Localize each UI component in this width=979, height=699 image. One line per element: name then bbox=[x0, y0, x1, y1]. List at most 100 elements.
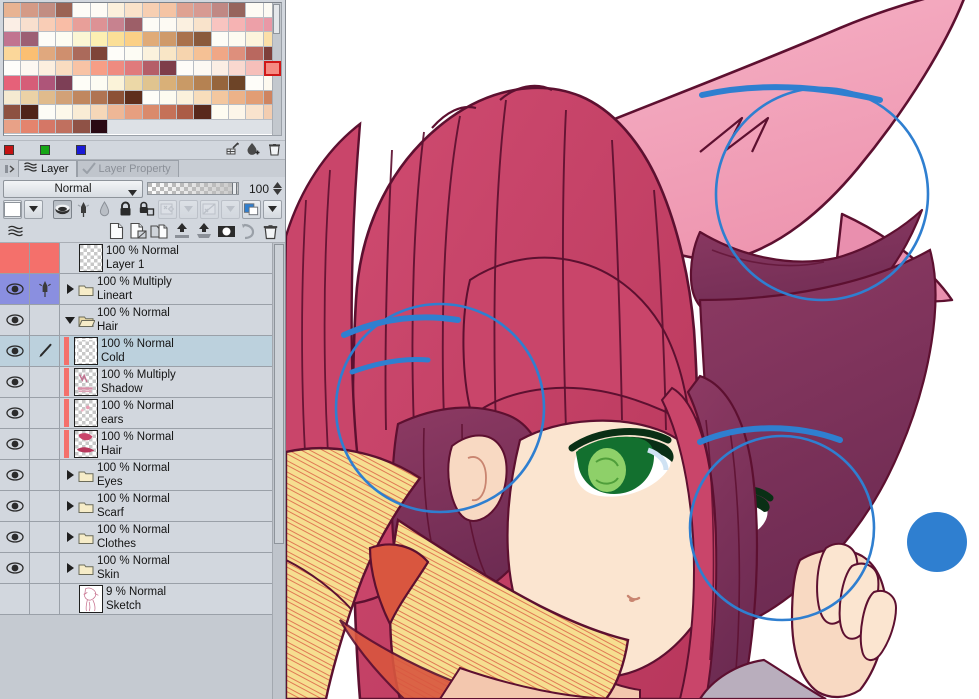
layer-thumbnail[interactable] bbox=[74, 430, 98, 458]
color-swatch[interactable] bbox=[125, 90, 143, 106]
layer-row-body[interactable]: 100 % Normal Skin bbox=[60, 553, 272, 583]
color-swatch[interactable] bbox=[125, 61, 143, 76]
color-swatch[interactable] bbox=[55, 17, 74, 33]
layer-indicator-cell[interactable] bbox=[30, 522, 60, 552]
color-swatch[interactable] bbox=[194, 3, 212, 18]
layer-row-body[interactable]: 100 % Multiply Lineart bbox=[60, 274, 272, 304]
color-swatch[interactable] bbox=[107, 105, 126, 120]
color-swatch[interactable] bbox=[159, 17, 178, 33]
color-swatch[interactable] bbox=[159, 46, 178, 62]
blend-mode-select[interactable]: Normal bbox=[3, 179, 143, 198]
layer-indicator-cell[interactable] bbox=[30, 460, 60, 490]
color-swatch[interactable] bbox=[38, 61, 56, 76]
color-swatch[interactable] bbox=[73, 119, 91, 135]
color-swatch[interactable] bbox=[125, 3, 143, 18]
color-swatch[interactable] bbox=[211, 75, 230, 91]
color-swatch[interactable] bbox=[4, 32, 22, 47]
opacity-slider-handle[interactable] bbox=[232, 183, 237, 194]
color-swatch[interactable] bbox=[107, 61, 126, 76]
color-swatch[interactable] bbox=[55, 119, 74, 135]
layer-row[interactable]: 100 % Normal Clothes bbox=[0, 522, 272, 553]
layer-indicator-cell[interactable] bbox=[30, 274, 60, 304]
color-swatch[interactable] bbox=[90, 3, 108, 18]
color-swatch[interactable] bbox=[229, 61, 247, 76]
transfer-down-button[interactable] bbox=[171, 221, 193, 241]
chevron-right-icon[interactable] bbox=[64, 284, 75, 294]
color-swatch[interactable] bbox=[229, 3, 247, 18]
new-layer-mask-button[interactable] bbox=[127, 221, 149, 241]
color-swatch[interactable] bbox=[125, 46, 143, 62]
layer-color-dropdown[interactable] bbox=[24, 199, 43, 219]
clip-button[interactable] bbox=[237, 221, 259, 241]
color-swatch[interactable] bbox=[211, 17, 230, 33]
color-swatch[interactable] bbox=[90, 32, 108, 47]
color-swatch[interactable] bbox=[211, 61, 230, 76]
color-swatch[interactable] bbox=[73, 90, 91, 106]
color-swatch[interactable] bbox=[211, 46, 230, 62]
color-swatch[interactable] bbox=[55, 61, 74, 76]
clip-dropdown[interactable] bbox=[179, 199, 199, 219]
delete-layer-button[interactable] bbox=[259, 221, 281, 241]
color-swatch[interactable] bbox=[263, 61, 281, 76]
layer-indicator-cell[interactable] bbox=[30, 367, 60, 397]
tab-layer[interactable]: Layer bbox=[18, 160, 77, 177]
layer-visibility-toggle[interactable] bbox=[0, 491, 30, 521]
color-swatch[interactable] bbox=[4, 119, 22, 135]
layer-row-body[interactable]: 100 % Normal Scarf bbox=[60, 491, 272, 521]
edit-color-set-icon[interactable] bbox=[225, 142, 240, 159]
canvas-area[interactable] bbox=[286, 0, 979, 699]
ruler-pin-toggle[interactable] bbox=[74, 200, 93, 219]
layer-row-body[interactable]: 100 % Normal Hair bbox=[60, 305, 272, 335]
chevron-right-icon[interactable] bbox=[64, 501, 75, 511]
color-swatch[interactable] bbox=[142, 61, 160, 76]
color-swatch[interactable] bbox=[159, 3, 178, 18]
layer-row-body[interactable]: 100 % Multiply Shadow bbox=[60, 367, 272, 397]
color-swatch[interactable] bbox=[125, 75, 143, 91]
color-swatch[interactable] bbox=[177, 17, 195, 33]
color-swatch[interactable] bbox=[90, 17, 108, 33]
droplet-toggle[interactable] bbox=[95, 200, 114, 219]
layer-list-panel[interactable]: 100 % Normal Layer 1 100 % Multiply Lineart… bbox=[0, 243, 285, 699]
layer-indicator-cell[interactable] bbox=[30, 243, 60, 273]
color-swatch[interactable] bbox=[211, 3, 230, 18]
layer-thumbnail[interactable] bbox=[79, 585, 103, 613]
color-swatch[interactable] bbox=[38, 75, 56, 91]
layer-visibility-toggle[interactable] bbox=[0, 367, 30, 397]
chevron-right-icon[interactable] bbox=[64, 563, 75, 573]
layer-indicator-cell[interactable] bbox=[30, 336, 60, 366]
color-swatch[interactable] bbox=[21, 119, 39, 135]
chevron-right-icon[interactable] bbox=[64, 470, 75, 480]
layer-indicator-cell[interactable] bbox=[30, 584, 60, 614]
layer-row-body[interactable]: 100 % Normal Hair bbox=[60, 429, 272, 459]
color-swatch[interactable] bbox=[90, 90, 108, 106]
color-swatch[interactable] bbox=[211, 90, 230, 106]
color-set-scrollbar-thumb[interactable] bbox=[273, 4, 280, 34]
mask-indicator-button[interactable] bbox=[215, 221, 237, 241]
layer-visibility-toggle[interactable] bbox=[0, 429, 30, 459]
layer-visibility-toggle[interactable] bbox=[0, 522, 30, 552]
color-swatch[interactable] bbox=[21, 75, 39, 91]
color-swatch[interactable] bbox=[21, 46, 39, 62]
color-swatch[interactable] bbox=[159, 32, 178, 47]
panel-menu-icon[interactable] bbox=[2, 161, 18, 177]
layer-visibility-toggle[interactable] bbox=[0, 305, 30, 335]
blue-chip[interactable] bbox=[76, 145, 86, 155]
layer-row-body[interactable]: 100 % Normal Layer 1 bbox=[60, 243, 272, 273]
layer-visibility-toggle[interactable] bbox=[0, 336, 30, 366]
mask-dropdown[interactable] bbox=[221, 199, 241, 219]
color-swatch[interactable] bbox=[73, 46, 91, 62]
layer-row[interactable]: 9 % Normal Sketch bbox=[0, 584, 272, 615]
color-swatch[interactable] bbox=[194, 46, 212, 62]
color-swatch[interactable] bbox=[55, 75, 74, 91]
palette-color-toggle[interactable] bbox=[53, 199, 73, 219]
color-swatch[interactable] bbox=[177, 46, 195, 62]
color-swatch[interactable] bbox=[90, 105, 108, 120]
layer-row[interactable]: 100 % Multiply Lineart bbox=[0, 274, 272, 305]
layer-row[interactable]: 100 % Normal Layer 1 bbox=[0, 243, 272, 274]
color-swatch[interactable] bbox=[177, 90, 195, 106]
color-swatch[interactable] bbox=[177, 32, 195, 47]
color-swatch[interactable] bbox=[73, 32, 91, 47]
layer-visibility-toggle[interactable] bbox=[0, 274, 30, 304]
color-swatch[interactable] bbox=[194, 17, 212, 33]
color-swatch[interactable] bbox=[142, 32, 160, 47]
